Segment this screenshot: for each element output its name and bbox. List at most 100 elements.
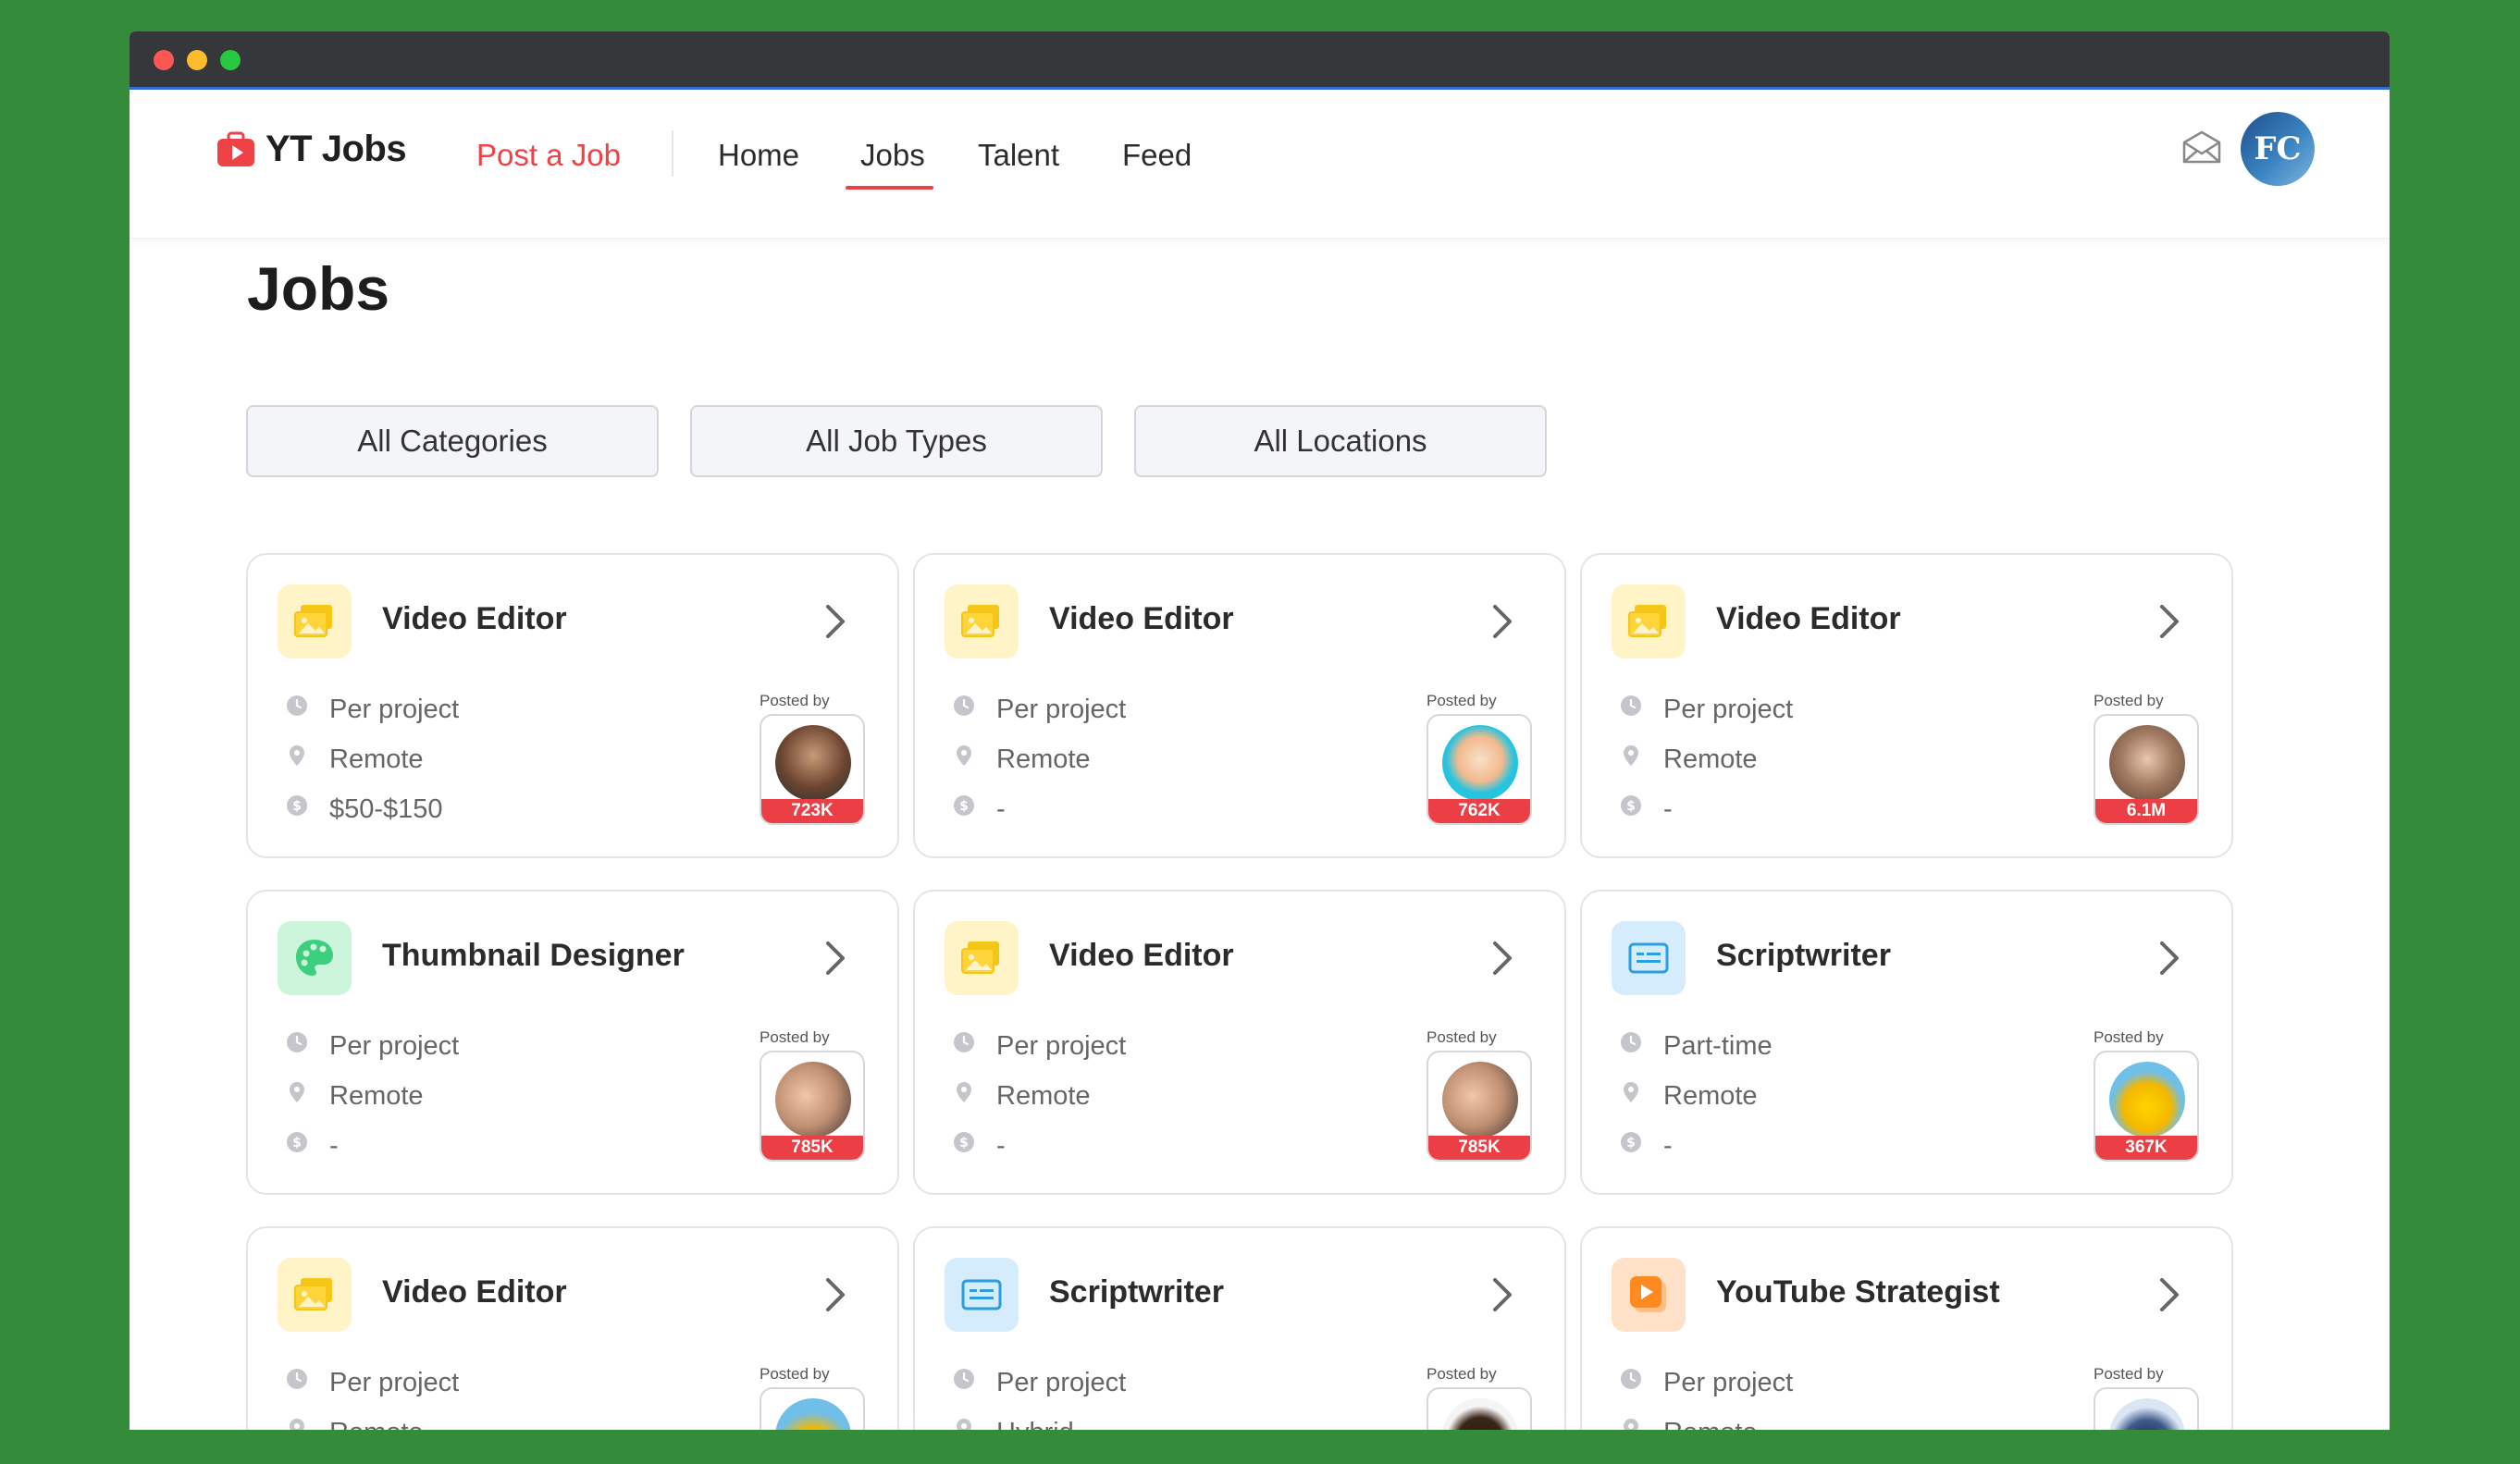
category-filter[interactable]: All Categories [246,405,659,477]
minimize-window-button[interactable] [187,50,207,70]
chevron-right-icon[interactable] [1489,938,1516,978]
job-title[interactable]: Video Editor [1049,601,1234,637]
job-card[interactable]: YouTube Strategist Per project Remote $ … [1580,1226,2233,1430]
poster-avatar[interactable]: 762K [1427,714,1532,825]
job-card[interactable]: Video Editor Per project Remote $ - Post… [913,553,1566,858]
job-location: Remote [952,744,1091,775]
dollar-icon: $ [952,1130,996,1162]
location-pin-icon [952,744,996,775]
chevron-right-icon[interactable] [821,601,849,642]
posted-by-label: Posted by [2094,1365,2164,1383]
video-image-icon [278,584,352,658]
poster-avatar[interactable]: 723K [760,714,865,825]
palette-icon [278,921,352,995]
job-title[interactable]: Scriptwriter [1049,1274,1224,1310]
user-avatar-initials: FC [2254,130,2302,167]
chevron-right-icon[interactable] [821,1274,849,1315]
video-image-icon [945,584,1019,658]
job-card[interactable]: Video Editor Per project Remote $ Posted… [246,1226,899,1430]
job-location: Remote [285,1417,424,1430]
chevron-right-icon[interactable] [1489,601,1516,642]
job-type: Per project [285,1367,459,1398]
page-title: Jobs [247,254,390,323]
job-pay: $ - [952,1130,1006,1162]
clock-icon [1619,1030,1663,1062]
dollar-icon: $ [1619,794,1663,825]
maximize-window-button[interactable] [220,50,241,70]
logo-text: YT Jobs [266,129,407,169]
job-location-text: Remote [329,1080,424,1111]
nav-home-link[interactable]: Home [718,138,799,173]
poster-avatar[interactable]: 367K [2094,1051,2199,1162]
job-title[interactable]: Thumbnail Designer [382,938,685,974]
job-type-text: Per project [996,1030,1127,1061]
job-card[interactable]: Scriptwriter Part-time Remote $ - Posted… [1580,890,2233,1195]
posted-by-label: Posted by [1427,1028,1497,1046]
clock-icon [952,1367,996,1398]
active-nav-indicator [846,186,933,190]
clock-icon [1619,694,1663,725]
chevron-right-icon[interactable] [1489,1274,1516,1315]
job-card[interactable]: Video Editor Per project Remote $ - Post… [1580,553,2233,858]
user-avatar[interactable]: FC [2241,112,2315,186]
job-grid: Video Editor Per project Remote $ $50-$1… [246,553,2235,1430]
logo[interactable]: YT Jobs [216,129,407,170]
script-icon [945,1258,1019,1332]
browser-window: YT Jobs Post a Job Home Jobs Talent Feed… [130,31,2390,1430]
job-pay-text: - [1663,1130,1673,1161]
job-title[interactable]: Video Editor [382,601,567,637]
job-type-filter[interactable]: All Job Types [690,405,1103,477]
job-title[interactable]: Video Editor [382,1274,567,1310]
job-type-text: Per project [1663,1367,1794,1397]
close-window-button[interactable] [154,50,174,70]
svg-text:$: $ [959,1136,969,1150]
mail-icon[interactable] [2181,129,2222,165]
job-type: Per project [952,1030,1126,1062]
job-pay: $ - [1619,1130,1673,1162]
svg-text:$: $ [1626,1136,1636,1150]
job-card[interactable]: Video Editor Per project Remote $ - Post… [913,890,1566,1195]
posted-by-label: Posted by [2094,1028,2164,1046]
location-filter[interactable]: All Locations [1134,405,1547,477]
job-type-text: Per project [996,694,1127,724]
job-pay: $ - [1619,794,1673,825]
chevron-right-icon[interactable] [2156,938,2183,978]
job-card[interactable]: Scriptwriter Per project Hybrid $ Posted… [913,1226,1566,1430]
clock-icon [285,1030,329,1062]
chevron-right-icon[interactable] [2156,601,2183,642]
job-location-text: Remote [996,744,1091,774]
job-type: Per project [1619,1367,1793,1398]
job-card[interactable]: Thumbnail Designer Per project Remote $ … [246,890,899,1195]
nav-divider [672,130,673,177]
video-image-icon [1612,584,1686,658]
nav-jobs-link[interactable]: Jobs [860,138,925,173]
chevron-right-icon[interactable] [821,938,849,978]
job-location: Hybrid [952,1417,1074,1430]
poster-avatar[interactable]: 785K [1427,1051,1532,1162]
nav-feed-link[interactable]: Feed [1122,138,1192,173]
job-title[interactable]: Scriptwriter [1716,938,1891,974]
subscriber-count: 785K [761,1136,863,1160]
posted-by-label: Posted by [2094,692,2164,709]
poster-avatar[interactable] [1427,1387,1532,1430]
poster-avatar[interactable]: 785K [760,1051,865,1162]
poster-photo [1442,725,1518,801]
location-pin-icon [952,1417,996,1430]
job-title[interactable]: Video Editor [1716,601,1901,637]
chevron-right-icon[interactable] [2156,1274,2183,1315]
poster-avatar[interactable] [760,1387,865,1430]
location-pin-icon [285,1417,329,1430]
svg-text:$: $ [959,799,969,814]
poster-avatar[interactable]: 6.1M [2094,714,2199,825]
job-title[interactable]: Video Editor [1049,938,1234,974]
poster-avatar[interactable] [2094,1387,2199,1430]
posted-by-label: Posted by [760,692,830,709]
clock-icon [1619,1367,1663,1398]
job-card[interactable]: Video Editor Per project Remote $ $50-$1… [246,553,899,858]
posted-by-label: Posted by [1427,692,1497,709]
job-type: Part-time [1619,1030,1773,1062]
job-title[interactable]: YouTube Strategist [1716,1274,2000,1310]
job-location: Remote [285,744,424,775]
nav-talent-link[interactable]: Talent [978,138,1059,173]
post-job-link[interactable]: Post a Job [476,138,621,173]
